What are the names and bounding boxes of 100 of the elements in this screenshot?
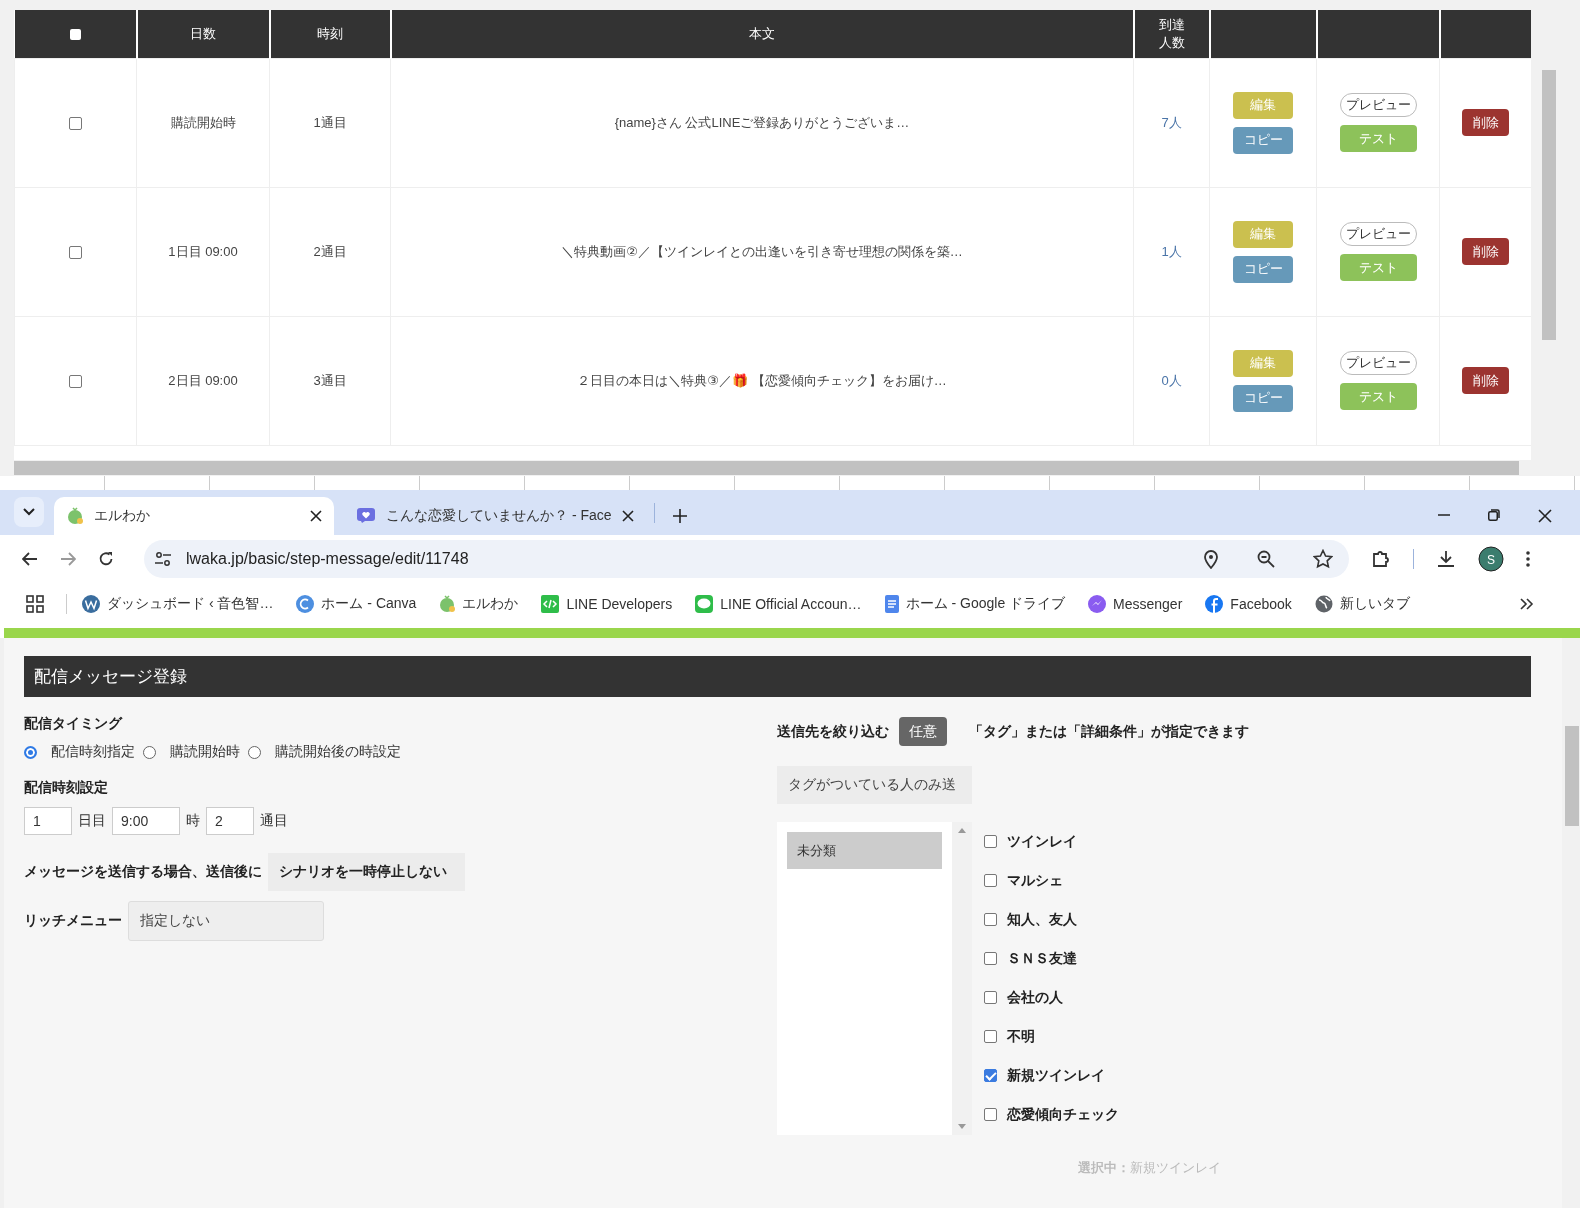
apps-grid-icon[interactable] bbox=[26, 595, 44, 613]
delete-button[interactable]: 削除 bbox=[1462, 238, 1509, 265]
preview-button[interactable]: プレビュー bbox=[1339, 222, 1417, 246]
lightning-bubble-icon bbox=[1087, 594, 1108, 614]
radio-label: 配信時刻指定 bbox=[51, 743, 135, 761]
bookmark[interactable]: Messenger bbox=[1087, 594, 1183, 614]
column-header: 日数 bbox=[190, 25, 216, 41]
tab-title: こんな恋愛していませんか？ - Face bbox=[386, 507, 612, 525]
bookmark[interactable]: ホーム - Canva bbox=[295, 594, 417, 614]
forward-arrow-icon[interactable] bbox=[60, 551, 76, 566]
plus-icon[interactable] bbox=[672, 509, 687, 523]
bookmark-label: ホーム - Google ドライブ bbox=[905, 595, 1066, 613]
reach-count: 7人 bbox=[1161, 114, 1182, 130]
column-header: 時刻 bbox=[317, 25, 343, 41]
tag-checkbox[interactable] bbox=[984, 913, 997, 926]
star-icon[interactable] bbox=[1313, 548, 1333, 569]
tag-checkbox[interactable] bbox=[984, 1069, 997, 1082]
restore-icon[interactable] bbox=[1488, 509, 1500, 521]
pause-select[interactable]: シナリオを一時停止しない bbox=[268, 853, 465, 891]
row-checkbox[interactable] bbox=[69, 375, 82, 389]
tag-label: 新規ツインレイ bbox=[1007, 1066, 1105, 1085]
preview-button[interactable]: プレビュー bbox=[1339, 93, 1417, 117]
column-header: 本文 bbox=[749, 25, 775, 41]
bookmark-label: ダッシュボード ‹ 音色智… bbox=[107, 595, 274, 613]
tune-icon[interactable] bbox=[154, 550, 172, 567]
row-checkbox[interactable] bbox=[69, 246, 82, 260]
puzzle-piece-icon[interactable] bbox=[1371, 548, 1391, 569]
download-icon[interactable] bbox=[1436, 548, 1456, 569]
radio-label: 購読開始後の時設定 bbox=[275, 743, 401, 761]
scrollbar[interactable] bbox=[1562, 638, 1580, 1208]
hint-text: 「タグ」または「詳細条件」が指定できます bbox=[969, 722, 1249, 741]
browser-tab[interactable]: エルわか bbox=[54, 497, 334, 535]
tag-checkbox[interactable] bbox=[984, 1108, 997, 1121]
bookmark[interactable]: エルわか bbox=[438, 595, 519, 613]
count-input[interactable]: 2 bbox=[206, 807, 254, 835]
c-logo-icon bbox=[295, 594, 316, 614]
tag-label: マルシェ bbox=[1007, 871, 1063, 890]
row-checkbox[interactable] bbox=[69, 117, 82, 131]
location-pin-icon[interactable] bbox=[1203, 548, 1219, 569]
tag-label: 恋愛傾向チェック bbox=[1007, 1105, 1119, 1124]
tag-checkbox[interactable] bbox=[984, 874, 997, 887]
delete-button[interactable]: 削除 bbox=[1462, 109, 1509, 136]
code-icon bbox=[540, 594, 561, 614]
select-all-checkbox[interactable] bbox=[69, 28, 81, 40]
scroll-down-icon[interactable] bbox=[958, 1124, 966, 1129]
category-item[interactable]: 未分類 bbox=[787, 832, 942, 869]
tab-title: エルわか bbox=[94, 507, 151, 525]
tag-label: ツインレイ bbox=[1007, 832, 1077, 851]
browser-tab[interactable]: こんな恋愛していませんか？ - Face bbox=[344, 497, 646, 535]
unit-label: 時 bbox=[186, 812, 200, 830]
more-vertical-icon[interactable] bbox=[1526, 550, 1530, 567]
bookmark[interactable]: ダッシュボード ‹ 音色智… bbox=[81, 594, 274, 614]
close-icon[interactable] bbox=[1538, 509, 1552, 523]
bookmark-label: Messenger bbox=[1113, 596, 1183, 612]
tab-search-button[interactable] bbox=[14, 497, 44, 527]
bookmark[interactable]: ホーム - Google ドライブ bbox=[883, 594, 1066, 614]
reach-count: 0人 bbox=[1161, 372, 1182, 388]
speech-bubble-icon bbox=[694, 594, 715, 614]
radio-button[interactable] bbox=[143, 745, 156, 759]
category-list[interactable]: 未分類 bbox=[777, 822, 952, 1135]
bookmark-label: エルわか bbox=[462, 595, 519, 613]
zoom-out-icon[interactable] bbox=[1257, 549, 1275, 568]
day-input[interactable]: 1 bbox=[24, 807, 72, 835]
delete-button[interactable]: 削除 bbox=[1462, 367, 1509, 394]
tag-checkbox[interactable] bbox=[984, 835, 997, 848]
filter-mode-select[interactable]: タグがついている人のみ送 bbox=[777, 766, 972, 804]
avatar-icon[interactable]: S bbox=[1478, 545, 1504, 572]
bookmark[interactable]: LINE Developers bbox=[540, 594, 673, 614]
address-bar[interactable]: lwaka.jp/basic/step-message/edit/11748 bbox=[144, 539, 1349, 578]
bookmark-label: 新しいタブ bbox=[1339, 595, 1410, 613]
close-icon[interactable] bbox=[621, 510, 634, 522]
bookmark[interactable]: Facebook bbox=[1204, 594, 1292, 614]
preview-button[interactable]: プレビュー bbox=[1339, 351, 1417, 375]
caret-icon bbox=[23, 508, 35, 516]
reload-icon[interactable] bbox=[98, 550, 114, 567]
tag-label: 会社の人 bbox=[1007, 988, 1063, 1007]
w-logo-icon bbox=[81, 594, 101, 614]
bookmark[interactable]: LINE Official Accoun… bbox=[694, 594, 862, 614]
bookmark[interactable]: 新しいタブ bbox=[1313, 594, 1410, 614]
rich-menu-select[interactable]: 指定しない bbox=[128, 901, 324, 941]
field-label: リッチメニュー bbox=[24, 912, 122, 930]
radio-button[interactable] bbox=[248, 745, 261, 759]
radio-label: 購読開始時 bbox=[170, 743, 240, 761]
tag-label: 知人、友人 bbox=[1007, 910, 1077, 929]
unit-label: 日目 bbox=[78, 812, 106, 830]
radio-button[interactable] bbox=[24, 745, 37, 759]
table-cell: 2日目 09:00 bbox=[168, 372, 238, 388]
tag-checkbox[interactable] bbox=[984, 1030, 997, 1043]
scroll-up-icon[interactable] bbox=[958, 828, 966, 833]
field-label: 配信時刻設定 bbox=[24, 779, 109, 797]
tag-checkbox[interactable] bbox=[984, 952, 997, 965]
message-preview: ＼特典動画②／【ツインレイとの出逢いを引き寄せ理想の関係を築… bbox=[561, 243, 963, 259]
chevron-double-right-icon[interactable] bbox=[1520, 598, 1534, 610]
back-arrow-icon[interactable] bbox=[22, 551, 38, 566]
close-icon[interactable] bbox=[310, 510, 322, 522]
bookmark-label: Facebook bbox=[1230, 596, 1292, 612]
globe-icon bbox=[1313, 594, 1334, 614]
time-input[interactable]: 9:00 bbox=[112, 807, 180, 835]
tag-checkbox[interactable] bbox=[984, 991, 997, 1004]
field-label: 配信タイミング bbox=[24, 715, 124, 733]
